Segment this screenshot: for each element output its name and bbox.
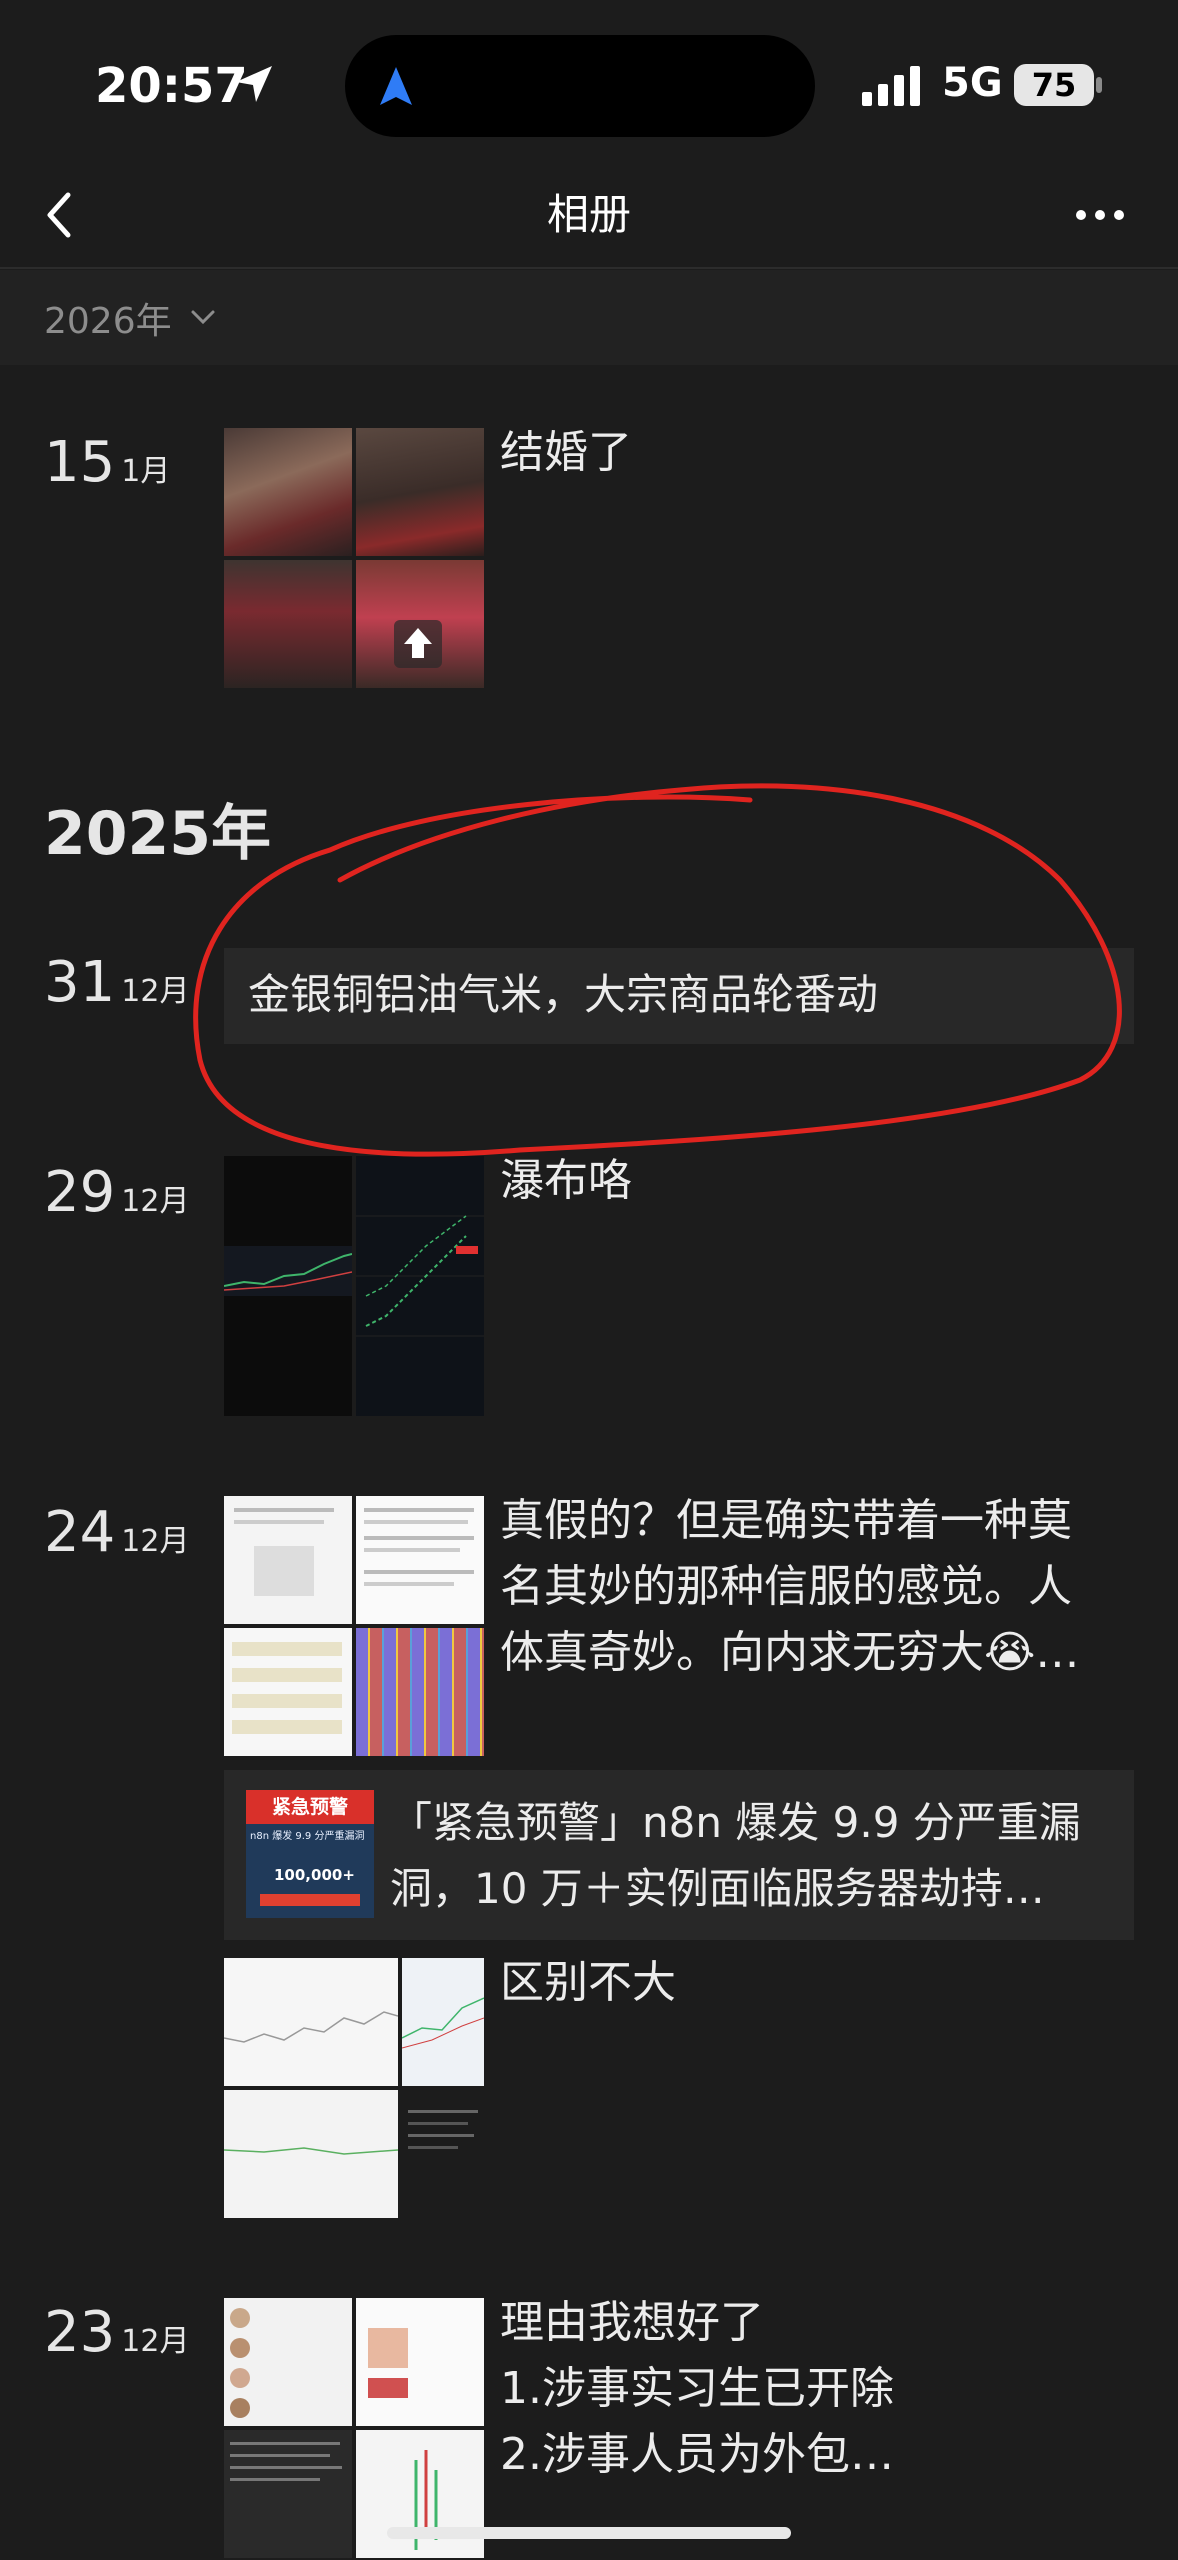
photo-grid[interactable]	[224, 428, 484, 688]
photo-thumbnail[interactable]	[402, 2090, 484, 2218]
chart-screenshot	[356, 1215, 484, 1337]
photo-thumbnail[interactable]	[224, 1958, 398, 2086]
caption-line: 1.涉事实习生已开除	[500, 2363, 894, 2414]
hand-drawn-annotation-circle	[193, 783, 1122, 1157]
link-title: 「紧急预警」n8n 爆发 9.9 分严重漏洞，10 万＋实例面临服务器劫持…	[390, 1798, 1081, 1913]
entry-date: 31 12月	[44, 950, 189, 1015]
status-time: 20:57	[95, 58, 248, 114]
link-thumb-number: 100,000+	[274, 1866, 355, 1884]
date-month: 12月	[121, 2324, 190, 2359]
alert-badge: 紧急预警	[246, 1790, 374, 1824]
year-filter-label: 2026年	[44, 301, 172, 342]
page-title: 相册	[546, 190, 631, 239]
battery-level: 75	[1031, 66, 1077, 104]
date-month: 12月	[121, 1524, 190, 1559]
chart-screenshot	[224, 1246, 352, 1296]
photo-thumbnail[interactable]	[356, 2298, 484, 2426]
year-heading: 2025年	[44, 799, 271, 869]
year-filter[interactable]: 2026年	[0, 270, 1178, 365]
date-day: 29	[44, 1160, 116, 1225]
chart-screenshot	[224, 2011, 398, 2043]
chart-screenshot	[414, 2450, 438, 2550]
chart-screenshot	[402, 1997, 484, 2049]
chevron-down-icon	[191, 310, 215, 325]
photo-thumbnail[interactable]	[356, 1156, 484, 1416]
date-day: 23	[44, 2300, 116, 2365]
entry-date: 15 1月	[44, 430, 170, 495]
photo-thumbnail[interactable]	[402, 1958, 484, 2086]
cellular-signal-icon	[862, 66, 920, 106]
entry-date: 23 12月	[44, 2300, 189, 2365]
photo-thumbnail[interactable]	[224, 428, 352, 556]
home-indicator[interactable]	[387, 2527, 791, 2539]
post-caption: 真假的？但是确实带着一种莫名其妙的那种信服的感觉。人体真奇妙。向内求无穷大😭…	[500, 1495, 1080, 1678]
photo-thumbnail[interactable]	[224, 2298, 352, 2426]
location-arrow-icon	[236, 66, 272, 102]
photo-thumbnail[interactable]	[356, 428, 484, 556]
date-day: 31	[44, 950, 116, 1015]
status-bar: 20:57 5G 75	[0, 0, 1178, 170]
text-post-card[interactable]: 金银铜铝油气米，大宗商品轮番动	[224, 948, 1134, 1044]
date-month: 12月	[121, 1184, 190, 1219]
link-thumbnail: 紧急预警 n8n 爆发 9.9 分严重漏洞 100,000+	[246, 1790, 374, 1918]
battery-icon: 75	[1014, 64, 1094, 106]
caption-line: 理由我想好了	[500, 2297, 764, 2348]
chart-screenshot	[224, 2147, 398, 2155]
post-caption: 区别不大	[500, 1957, 676, 2008]
post-caption: 瀑布咯	[500, 1155, 632, 1206]
photo-thumbnail[interactable]	[356, 1628, 484, 1756]
more-options-icon[interactable]	[1075, 205, 1125, 225]
photo-thumbnail[interactable]	[224, 560, 352, 688]
link-card[interactable]: 紧急预警 n8n 爆发 9.9 分严重漏洞 100,000+ 「紧急预警」n8n…	[224, 1770, 1134, 1940]
network-type: 5G	[942, 60, 1003, 106]
caption-line: 2.涉事人员为外包…	[500, 2429, 894, 2480]
post-caption: 结婚了	[500, 427, 632, 478]
battery-tip	[1096, 77, 1102, 93]
photo-grid[interactable]	[224, 1496, 484, 1756]
photo-thumbnail[interactable]	[356, 1496, 484, 1624]
photo-thumbnail[interactable]	[224, 1156, 352, 1416]
entry-date: 29 12月	[44, 1160, 189, 1225]
photo-grid[interactable]	[224, 2298, 484, 2560]
navigation-arrow-icon	[380, 67, 412, 105]
photo-thumbnail[interactable]	[224, 1496, 352, 1624]
post-caption: 理由我想好了 1.涉事实习生已开除 2.涉事人员为外包…	[500, 2290, 1100, 2488]
nav-bar: 相册	[0, 165, 1178, 265]
divider	[0, 267, 1178, 269]
text-post: 金银铜铝油气米，大宗商品轮番动	[248, 970, 879, 1019]
upload-arrow-icon	[394, 620, 442, 668]
photo-thumbnail[interactable]	[224, 1628, 352, 1756]
photo-thumbnail[interactable]	[356, 560, 484, 688]
date-day: 24	[44, 1500, 116, 1565]
photo-grid[interactable]	[224, 1156, 484, 1416]
date-month: 1月	[121, 454, 171, 489]
photo-thumbnail[interactable]	[224, 2090, 398, 2218]
photo-thumbnail[interactable]	[224, 2430, 352, 2558]
link-thumb-subtitle: n8n 爆发 9.9 分严重漏洞	[250, 1831, 365, 1842]
photo-grid[interactable]	[224, 1958, 484, 2218]
date-day: 15	[44, 430, 116, 495]
date-month: 12月	[121, 974, 190, 1009]
entry-date: 24 12月	[44, 1500, 189, 1565]
